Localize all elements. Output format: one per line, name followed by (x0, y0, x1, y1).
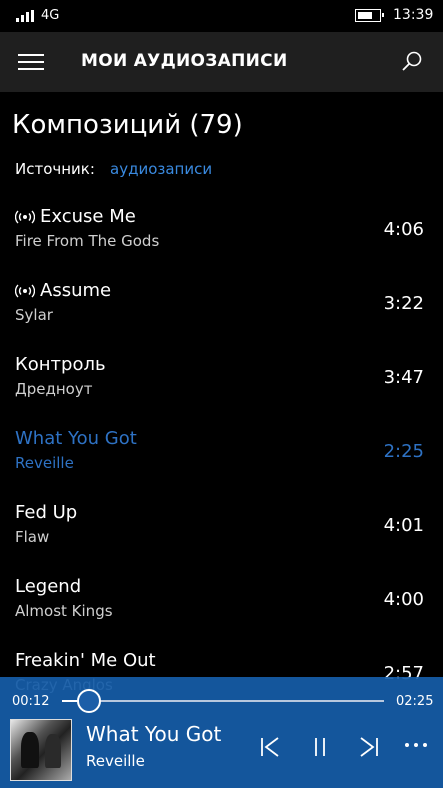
track-title: Assume (15, 280, 111, 301)
track-title: Excuse Me (15, 206, 136, 227)
track-artist: Дредноут (15, 380, 93, 398)
progress-thumb[interactable] (76, 689, 101, 713)
page-title: Композиций (79) (12, 110, 243, 140)
track-artist: Sylar (15, 306, 53, 324)
track-title-text: Контроль (15, 354, 106, 375)
battery-icon (355, 9, 384, 22)
track-title-text: Fed Up (15, 502, 78, 523)
pause-icon[interactable] (308, 736, 332, 758)
battery-level (358, 12, 373, 19)
next-icon[interactable] (357, 736, 381, 758)
track-duration: 2:25 (383, 441, 424, 462)
track-title-text: Freakin' Me Out (15, 650, 156, 671)
track-row[interactable]: Excuse Me Fire From The Gods 4:06 (0, 198, 443, 272)
hamburger-icon[interactable] (18, 54, 44, 71)
track-row[interactable]: Assume Sylar 3:22 (0, 272, 443, 346)
track-duration: 4:00 (383, 589, 424, 610)
track-row[interactable]: Fed Up Flaw 4:01 (0, 494, 443, 568)
track-artist: Reveille (15, 454, 74, 472)
track-title-text: Legend (15, 576, 82, 597)
broadcast-icon (15, 210, 35, 223)
track-title-text: Excuse Me (40, 206, 136, 227)
track-artist: Almost Kings (15, 602, 113, 620)
more-icon[interactable] (405, 743, 429, 749)
total-time: 02:25 (396, 694, 434, 709)
track-duration: 4:06 (383, 219, 424, 240)
track-title: What You Got (15, 428, 137, 449)
track-title-text: Assume (40, 280, 112, 301)
signal-icon (16, 10, 34, 22)
track-title-text: What You Got (15, 428, 137, 449)
status-clock: 13:39 (393, 7, 434, 23)
network-type: 4G (41, 8, 60, 23)
track-title: Legend (15, 576, 81, 597)
track-row[interactable]: What You Got Reveille 2:25 (0, 420, 443, 494)
track-artist: Flaw (15, 528, 50, 546)
now-playing-artist: Reveille (86, 752, 145, 770)
track-duration: 3:22 (383, 293, 424, 314)
source-selector[interactable]: аудиозаписи (110, 160, 212, 178)
track-title: Freakin' Me Out (15, 650, 156, 671)
previous-icon[interactable] (258, 736, 282, 758)
app-header: МОИ АУДИОЗАПИСИ (0, 32, 443, 92)
track-duration: 3:47 (383, 367, 424, 388)
source-label: Источник: (15, 160, 95, 178)
status-bar: 4G 13:39 (0, 0, 443, 32)
track-row[interactable]: Legend Almost Kings 4:00 (0, 568, 443, 642)
track-duration: 4:01 (383, 515, 424, 536)
album-art[interactable] (10, 719, 72, 781)
broadcast-icon (15, 284, 35, 297)
track-row[interactable]: Контроль Дредноут 3:47 (0, 346, 443, 420)
search-icon[interactable] (400, 50, 424, 74)
track-title: Контроль (15, 354, 106, 375)
progress-slider[interactable] (62, 689, 384, 713)
now-playing-title: What You Got (86, 722, 222, 746)
now-playing-bar: 00:12 02:25 What You Got Reveille (0, 677, 443, 788)
elapsed-time: 00:12 (12, 694, 50, 709)
track-title: Fed Up (15, 502, 77, 523)
header-title: МОИ АУДИОЗАПИСИ (81, 51, 288, 71)
track-artist: Fire From The Gods (15, 232, 160, 250)
